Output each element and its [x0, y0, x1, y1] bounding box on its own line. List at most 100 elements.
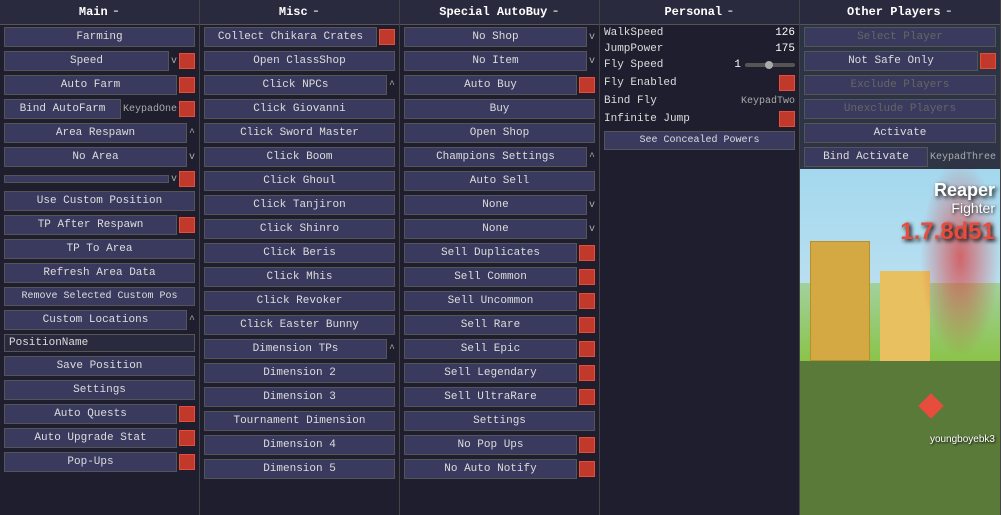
select-player-btn[interactable]: Select Player — [804, 27, 996, 47]
click-boom-btn[interactable]: Click Boom — [204, 147, 395, 167]
no-area-btn[interactable]: No Area — [4, 147, 187, 167]
misc-minimize[interactable]: - — [312, 4, 320, 20]
sell-duplicates-toggle[interactable] — [579, 245, 595, 261]
auto-quests-toggle[interactable] — [179, 406, 195, 422]
fly-enabled-toggle[interactable] — [779, 75, 795, 91]
bind-autofarm-btn[interactable]: Bind AutoFarm — [4, 99, 121, 119]
none-btn-1[interactable]: None — [404, 195, 587, 215]
sell-ultrarare-toggle[interactable] — [579, 389, 595, 405]
sell-uncommon-btn[interactable]: Sell Uncommon — [404, 291, 577, 311]
exclude-players-btn[interactable]: Exclude Players — [804, 75, 996, 95]
dimension-3-btn[interactable]: Dimension 3 — [204, 387, 395, 407]
sell-uncommon-toggle[interactable] — [579, 293, 595, 309]
personal-panel: Personal - WalkSpeed 126 JumpPower 175 F… — [600, 0, 800, 515]
farming-btn[interactable]: Farming — [4, 27, 195, 47]
sell-epic-btn[interactable]: Sell Epic — [404, 339, 577, 359]
not-safe-toggle[interactable] — [980, 53, 996, 69]
bind-activate-btn[interactable]: Bind Activate — [804, 147, 928, 167]
pop-ups-toggle[interactable] — [179, 454, 195, 470]
save-position-btn[interactable]: Save Position — [4, 356, 195, 376]
click-sword-master-btn[interactable]: Click Sword Master — [204, 123, 395, 143]
tp-after-respawn-row: TP After Respawn — [0, 213, 199, 237]
tp-after-respawn-toggle[interactable] — [179, 217, 195, 233]
speed-btn[interactable]: Speed — [4, 51, 169, 71]
tp-after-respawn-btn[interactable]: TP After Respawn — [4, 215, 177, 235]
open-classshop-btn[interactable]: Open ClassShop — [204, 51, 395, 71]
auto-upgrade-stat-toggle[interactable] — [179, 430, 195, 446]
see-concealed-btn[interactable]: See Concealed Powers — [604, 131, 795, 150]
auto-farm-toggle[interactable] — [179, 77, 195, 93]
bind-autofarm-key: KeypadOne — [123, 104, 177, 115]
position-name-input[interactable] — [4, 334, 195, 352]
sell-legendary-toggle[interactable] — [579, 365, 595, 381]
click-mhis-btn[interactable]: Click Mhis — [204, 267, 395, 287]
click-giovanni-btn[interactable]: Click Giovanni — [204, 99, 395, 119]
sell-ultrarare-btn[interactable]: Sell UltraRare — [404, 387, 577, 407]
unexclude-players-btn[interactable]: Unexclude Players — [804, 99, 996, 119]
champions-settings-btn[interactable]: Champions Settings — [404, 147, 587, 167]
area-respawn-btn[interactable]: Area Respawn — [4, 123, 187, 143]
not-safe-only-btn[interactable]: Not Safe Only — [804, 51, 978, 71]
sell-duplicates-btn[interactable]: Sell Duplicates — [404, 243, 577, 263]
auto-upgrade-stat-btn[interactable]: Auto Upgrade Stat — [4, 428, 177, 448]
click-npcs-arrow: ^ — [389, 80, 395, 91]
auto-quests-btn[interactable]: Auto Quests — [4, 404, 177, 424]
dimension-4-btn[interactable]: Dimension 4 — [204, 435, 395, 455]
sell-common-toggle[interactable] — [579, 269, 595, 285]
special-panel-header: Special AutoBuy - — [400, 0, 599, 25]
walkspeed-label: WalkSpeed — [604, 27, 761, 39]
open-shop-btn[interactable]: Open Shop — [404, 123, 595, 143]
no-pop-ups-btn[interactable]: No Pop Ups — [404, 435, 577, 455]
special-settings-btn[interactable]: Settings — [404, 411, 595, 431]
remove-custom-pos-btn[interactable]: Remove Selected Custom Pos — [4, 287, 195, 306]
click-tanjiron-btn[interactable]: Click Tanjiron — [204, 195, 395, 215]
click-easter-bunny-btn[interactable]: Click Easter Bunny — [204, 315, 395, 335]
click-shinro-btn[interactable]: Click Shinro — [204, 219, 395, 239]
no-shop-btn[interactable]: No Shop — [404, 27, 587, 47]
dimension-tps-btn[interactable]: Dimension TPs — [204, 339, 387, 359]
pop-ups-btn[interactable]: Pop-Ups — [4, 452, 177, 472]
empty-btn[interactable] — [4, 175, 169, 183]
sell-rare-btn[interactable]: Sell Rare — [404, 315, 577, 335]
none-btn-2[interactable]: None — [404, 219, 587, 239]
auto-buy-toggle[interactable] — [579, 77, 595, 93]
auto-sell-btn[interactable]: Auto Sell — [404, 171, 595, 191]
no-item-btn[interactable]: No Item — [404, 51, 587, 71]
sell-common-btn[interactable]: Sell Common — [404, 267, 577, 287]
special-minimize[interactable]: - — [551, 4, 559, 20]
no-pop-ups-toggle[interactable] — [579, 437, 595, 453]
other-minimize[interactable]: - — [945, 4, 953, 20]
auto-buy-btn[interactable]: Auto Buy — [404, 75, 577, 95]
tournament-dimension-btn[interactable]: Tournament Dimension — [204, 411, 395, 431]
click-beris-btn[interactable]: Click Beris — [204, 243, 395, 263]
click-revoker-btn[interactable]: Click Revoker — [204, 291, 395, 311]
sell-rare-toggle[interactable] — [579, 317, 595, 333]
infinite-jump-toggle[interactable] — [779, 111, 795, 127]
auto-farm-btn[interactable]: Auto Farm — [4, 75, 177, 95]
custom-locations-btn[interactable]: Custom Locations — [4, 310, 187, 330]
empty-toggle[interactable] — [179, 171, 195, 187]
click-ghoul-btn[interactable]: Click Ghoul — [204, 171, 395, 191]
personal-minimize[interactable]: - — [726, 4, 734, 20]
refresh-area-btn[interactable]: Refresh Area Data — [4, 263, 195, 283]
main-minimize[interactable]: - — [112, 4, 120, 20]
no-auto-notify-toggle[interactable] — [579, 461, 595, 477]
bind-autofarm-toggle[interactable] — [179, 101, 195, 117]
no-auto-notify-btn[interactable]: No Auto Notify — [404, 459, 577, 479]
dimension-5-btn[interactable]: Dimension 5 — [204, 459, 395, 479]
speed-toggle[interactable] — [179, 53, 195, 69]
fly-speed-slider[interactable] — [745, 63, 795, 67]
dimension-2-btn[interactable]: Dimension 2 — [204, 363, 395, 383]
sell-epic-toggle[interactable] — [579, 341, 595, 357]
collect-chikara-btn[interactable]: Collect Chikara Crates — [204, 27, 377, 47]
use-custom-pos-btn[interactable]: Use Custom Position — [4, 191, 195, 211]
click-npcs-btn[interactable]: Click NPCs — [204, 75, 387, 95]
tp-to-area-btn[interactable]: TP To Area — [4, 239, 195, 259]
sell-legendary-btn[interactable]: Sell Legendary — [404, 363, 577, 383]
settings-btn[interactable]: Settings — [4, 380, 195, 400]
activate-btn[interactable]: Activate — [804, 123, 996, 143]
walkspeed-value: 126 — [765, 27, 795, 39]
collect-chikara-toggle[interactable] — [379, 29, 395, 45]
buy-btn[interactable]: Buy — [404, 99, 595, 119]
none-2-indicator: v — [589, 224, 595, 235]
